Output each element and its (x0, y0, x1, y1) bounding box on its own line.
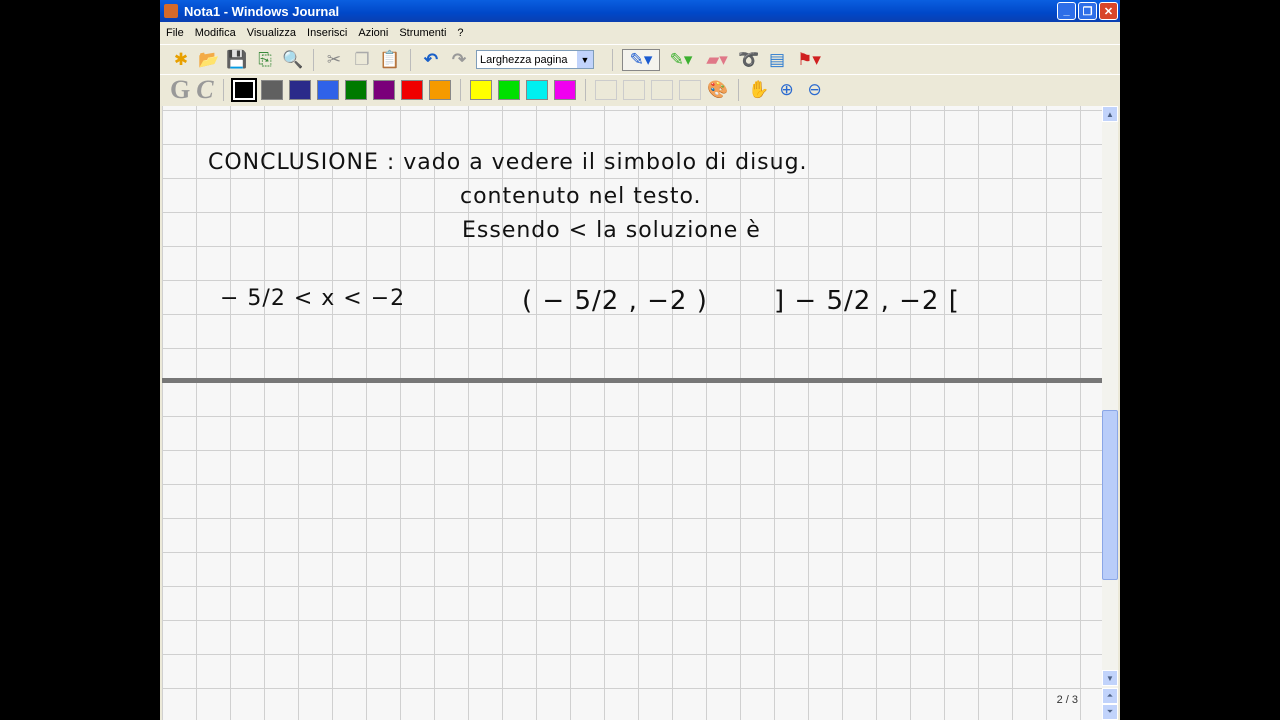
menu-help[interactable]: ? (457, 27, 463, 39)
color-purple[interactable] (372, 79, 395, 100)
color-empty-3[interactable] (650, 79, 673, 100)
cut-icon[interactable]: ✂ (323, 49, 345, 71)
menu-inserisci[interactable]: Inserisci (307, 27, 347, 39)
redo-icon[interactable]: ↷ (448, 49, 470, 71)
zoom-value: Larghezza pagina (480, 53, 568, 66)
standard-toolbar: ✱ 📂 💾 ⎘ 🔍 ✂ ❐ 📋 ↶ ↷ Larghezza pagina ▼ ✎▾… (160, 44, 1120, 74)
pen-toolbar: G C 🎨 ✋ ⊕ ⊖ (160, 74, 1120, 104)
title-bar: Nota1 - Windows Journal _ ❐ ✕ (160, 0, 1120, 22)
c-format-icon[interactable]: C (196, 75, 213, 105)
scroll-down-button[interactable]: ▼ (1102, 670, 1118, 686)
save-icon[interactable]: 💾 (226, 49, 248, 71)
previous-page-button[interactable]: ⏶ (1102, 688, 1118, 704)
vertical-scrollbar[interactable]: ▲ ▼ ⏶ ⏷ (1102, 106, 1118, 720)
pen-icon[interactable]: ✎▾ (622, 48, 660, 71)
color-empty-2[interactable] (622, 79, 645, 100)
color-yellow[interactable] (469, 79, 492, 100)
insert-space-icon[interactable]: ▤ (766, 49, 788, 71)
zoom-select[interactable]: Larghezza pagina ▼ (476, 50, 594, 69)
menu-bar: File Modifica Visualizza Inserisci Azion… (160, 22, 1120, 44)
find-icon[interactable]: 🔍 (282, 49, 304, 71)
hand-pan-icon[interactable]: ✋ (748, 79, 770, 101)
send-email-icon[interactable]: ⎘ (254, 49, 276, 71)
color-orange[interactable] (428, 79, 451, 100)
undo-icon[interactable]: ↶ (420, 49, 442, 71)
journal-window: Nota1 - Windows Journal _ ❐ ✕ File Modif… (160, 0, 1120, 720)
color-cyan[interactable] (525, 79, 548, 100)
journal-app-icon (164, 4, 178, 18)
maximize-button[interactable]: ❐ (1078, 2, 1097, 20)
note-canvas[interactable]: CONCLUSIONE : vado a vedere il simbolo d… (162, 106, 1102, 720)
minimize-button[interactable]: _ (1057, 2, 1076, 20)
window-title: Nota1 - Windows Journal (184, 3, 340, 19)
highlighter-icon[interactable]: ✎▾ (666, 49, 696, 71)
scroll-thumb[interactable] (1102, 410, 1118, 580)
paste-icon[interactable]: 📋 (379, 49, 401, 71)
eraser-icon[interactable]: ▰▾ (702, 49, 732, 71)
color-gray[interactable] (260, 79, 283, 100)
menu-file[interactable]: File (166, 27, 184, 39)
color-magenta[interactable] (553, 79, 576, 100)
chevron-down-icon: ▼ (577, 51, 593, 68)
color-empty-4[interactable] (678, 79, 701, 100)
flag-icon[interactable]: ⚑▾ (794, 49, 824, 71)
close-button[interactable]: ✕ (1099, 2, 1118, 20)
note-line-2: contenuto nel testo. (460, 184, 702, 209)
zoom-in-icon[interactable]: ⊕ (776, 79, 798, 101)
menu-visualizza[interactable]: Visualizza (247, 27, 296, 39)
color-navy[interactable] (288, 79, 311, 100)
new-note-icon[interactable]: ✱ (170, 49, 192, 71)
scroll-up-button[interactable]: ▲ (1102, 106, 1118, 122)
color-empty-1[interactable] (594, 79, 617, 100)
interval-round-expression: ( − 5/2 , −2 ) (522, 286, 708, 316)
lasso-icon[interactable]: ➰ (738, 49, 760, 71)
color-black[interactable] (230, 77, 257, 102)
color-green[interactable] (344, 79, 367, 100)
open-folder-icon[interactable]: 📂 (198, 49, 220, 71)
note-line-3: Essendo < la soluzione è (462, 218, 761, 243)
g-format-icon[interactable]: G (170, 75, 190, 105)
menu-strumenti[interactable]: Strumenti (399, 27, 446, 39)
menu-azioni[interactable]: Azioni (358, 27, 388, 39)
next-page-button[interactable]: ⏷ (1102, 704, 1118, 720)
copy-icon[interactable]: ❐ (351, 49, 373, 71)
color-blue[interactable] (316, 79, 339, 100)
zoom-out-icon[interactable]: ⊖ (804, 79, 826, 101)
note-line-1: CONCLUSIONE : vado a vedere il simbolo d… (208, 150, 808, 175)
color-red[interactable] (400, 79, 423, 100)
inequality-expression: − 5/2 < x < −2 (220, 286, 406, 311)
palette-icon[interactable]: 🎨 (707, 79, 729, 101)
menu-modifica[interactable]: Modifica (195, 27, 236, 39)
page-indicator: 2 / 3 (1056, 694, 1078, 706)
color-lime[interactable] (497, 79, 520, 100)
page-break-divider (162, 378, 1102, 383)
interval-bracket-expression: ] − 5/2 , −2 [ (774, 286, 960, 316)
